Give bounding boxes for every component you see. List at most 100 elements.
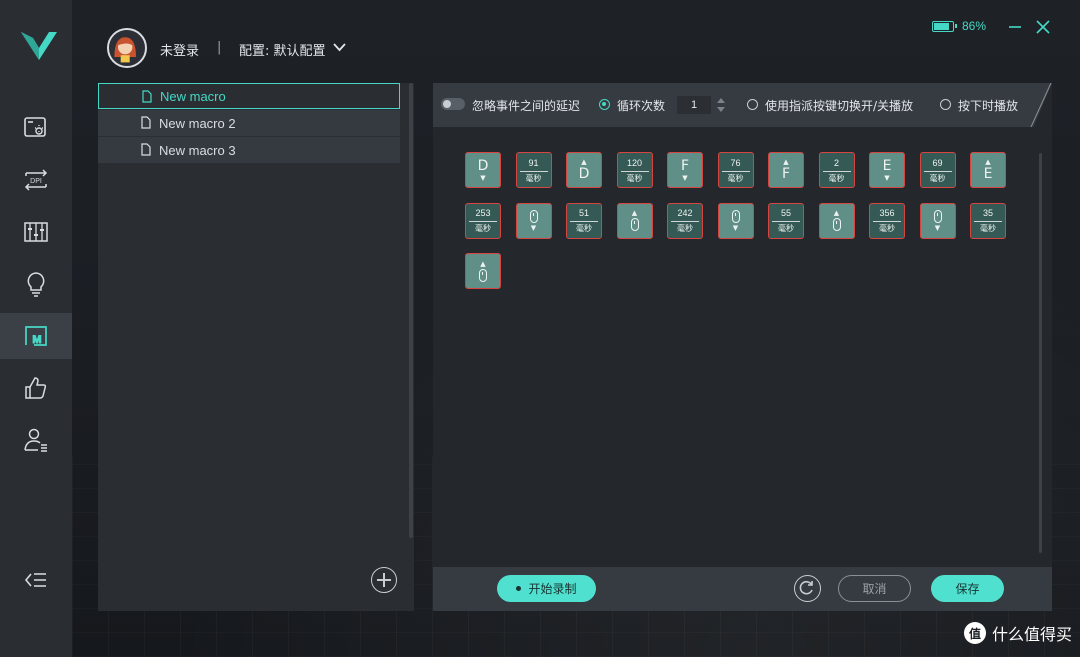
key-up-icon: ▲ xyxy=(783,158,789,166)
macro-key-event[interactable]: ▲ F xyxy=(768,152,804,188)
sidebar-item-equalizer[interactable] xyxy=(0,209,72,255)
config-selector[interactable]: 配置: 默认配置 xyxy=(239,40,326,59)
sidebar-collapse-button[interactable] xyxy=(0,557,72,603)
thumbs-up-icon xyxy=(25,377,47,399)
events-scrollbar[interactable] xyxy=(1039,153,1042,553)
macro-icon-text: M xyxy=(32,334,41,346)
mouse-up-icon: ▲ xyxy=(480,259,486,268)
delay-unit: 毫秒 xyxy=(525,173,542,183)
key-down-icon: ▼ xyxy=(480,174,486,182)
mouse-down-icon: ▼ xyxy=(732,224,739,232)
macro-key-event[interactable]: D ▼ xyxy=(465,152,501,188)
macro-delay-event[interactable]: 35 毫秒 xyxy=(970,202,1006,239)
macro-delay-event[interactable]: 242 毫秒 xyxy=(667,202,703,239)
delay-value: 2 xyxy=(833,157,839,168)
key-up-icon: ▲ xyxy=(985,158,991,166)
macro-mouse-event[interactable]: ▲ xyxy=(465,253,501,289)
mouse-settings-icon xyxy=(24,117,46,137)
macro-mouse-event[interactable]: ▼ xyxy=(919,202,956,239)
macro-delay-event[interactable]: 253 毫秒 xyxy=(465,202,501,239)
macro-mouse-event[interactable]: ▲ xyxy=(616,202,653,239)
hold-play-radio[interactable] xyxy=(940,99,951,110)
mouse-icon xyxy=(933,210,942,223)
delay-unit: 毫秒 xyxy=(879,224,895,233)
toggle-play-radio[interactable] xyxy=(747,99,758,110)
loop-count-label: 循环次数 xyxy=(617,99,666,113)
macro-delay-event[interactable]: 55 毫秒 xyxy=(768,202,804,239)
delay-value: 242 xyxy=(677,208,693,218)
key-down-icon: ▼ xyxy=(682,174,688,182)
delay-unit: 毫秒 xyxy=(980,224,996,233)
add-macro-button[interactable] xyxy=(371,567,397,593)
battery-icon xyxy=(932,21,957,32)
delay-unit: 毫秒 xyxy=(626,173,643,183)
reset-button[interactable] xyxy=(794,575,821,602)
minimize-icon[interactable] xyxy=(1008,20,1022,34)
delay-unit: 毫秒 xyxy=(778,224,794,233)
loop-count-input[interactable] xyxy=(677,96,711,114)
mouse-icon xyxy=(529,210,538,223)
delay-divider xyxy=(620,170,649,172)
macro-list-item-label: New macro xyxy=(160,88,226,104)
watermark-text: 什么值得买 xyxy=(991,625,1072,644)
sidebar-item-profile[interactable] xyxy=(0,417,72,463)
dpi-icon: DPI xyxy=(24,169,48,191)
hold-play-label: 按下时播放 xyxy=(958,99,1019,113)
macro-delay-event[interactable]: 69 毫秒 xyxy=(919,152,956,188)
key-up-icon: ▲ xyxy=(581,158,587,166)
macro-delay-event[interactable]: 76 毫秒 xyxy=(717,152,754,188)
macro-delay-event[interactable]: 91 毫秒 xyxy=(515,152,552,188)
macro-delay-event[interactable]: 51 毫秒 xyxy=(566,202,602,239)
loop-count-radio[interactable] xyxy=(599,99,610,110)
macro-icon: M xyxy=(25,326,47,347)
delay-divider xyxy=(772,221,800,222)
close-icon[interactable] xyxy=(1036,20,1050,34)
delay-value: 356 xyxy=(879,208,895,218)
sidebar-item-mouse-settings[interactable] xyxy=(0,105,72,151)
delay-value: 120 xyxy=(626,157,643,168)
macro-delay-event[interactable]: 120 毫秒 xyxy=(616,152,653,188)
delay-value: 253 xyxy=(475,208,491,218)
sidebar-item-dpi[interactable]: DPI xyxy=(0,157,72,203)
macro-mouse-event[interactable]: ▲ xyxy=(818,202,855,239)
mouse-icon xyxy=(832,218,841,231)
delay-unit: 毫秒 xyxy=(677,224,693,233)
delay-value: 55 xyxy=(780,208,791,218)
macro-delay-event[interactable]: 2 毫秒 xyxy=(818,152,855,188)
macro-list-item[interactable]: New macro xyxy=(98,83,400,109)
macro-mouse-event[interactable]: ▼ xyxy=(515,202,552,239)
loop-count-stepper[interactable] xyxy=(716,96,726,114)
sidebar-item-lighting[interactable] xyxy=(0,261,72,307)
avatar[interactable] xyxy=(107,28,147,68)
sidebar-item-like[interactable] xyxy=(0,365,72,411)
ignore-delay-toggle[interactable] xyxy=(441,98,465,110)
delay-divider xyxy=(519,170,548,172)
sidebar-item-macro[interactable]: M xyxy=(0,313,72,359)
login-status[interactable]: 未登录 xyxy=(160,40,199,59)
mouse-icon xyxy=(731,210,740,223)
cancel-button[interactable]: 取消 xyxy=(838,575,911,602)
key-down-icon: ▼ xyxy=(884,174,890,182)
key-label: D xyxy=(477,158,489,174)
macro-list-scrollbar[interactable] xyxy=(409,83,413,538)
macro-list-panel: New macro New macro 2 New macro 3 xyxy=(98,83,414,611)
save-button[interactable]: 保存 xyxy=(931,575,1004,602)
macro-key-event[interactable]: ▲ D xyxy=(566,152,602,188)
macro-key-event[interactable]: F ▼ xyxy=(667,152,703,188)
delay-divider xyxy=(873,221,901,222)
chevron-down-icon[interactable] xyxy=(333,43,346,52)
delay-unit: 毫秒 xyxy=(475,224,491,233)
macro-mouse-event[interactable]: ▼ xyxy=(717,202,754,239)
macro-list-item[interactable]: New macro 3 xyxy=(98,137,400,163)
delay-unit: 毫秒 xyxy=(576,224,592,233)
key-label: F xyxy=(680,158,690,174)
macro-list-item[interactable]: New macro 2 xyxy=(98,110,400,136)
file-icon xyxy=(141,143,151,156)
start-recording-button[interactable]: 开始录制 xyxy=(497,575,596,602)
mouse-down-icon: ▼ xyxy=(934,224,941,232)
macro-key-event[interactable]: ▲ E xyxy=(970,152,1006,188)
mouse-up-icon: ▲ xyxy=(631,209,638,217)
delay-divider xyxy=(570,221,598,222)
macro-delay-event[interactable]: 356 毫秒 xyxy=(869,202,905,239)
macro-key-event[interactable]: E ▼ xyxy=(869,152,905,188)
